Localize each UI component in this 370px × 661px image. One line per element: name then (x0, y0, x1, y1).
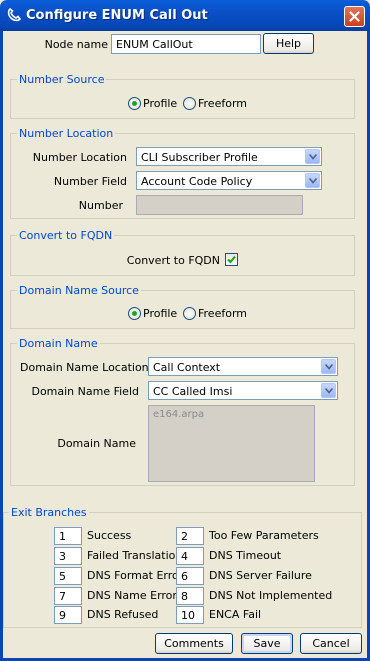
exit-branch-id: 6 (176, 567, 204, 585)
exit-branch-id: 2 (176, 527, 204, 545)
chevron-down-icon[interactable] (321, 359, 336, 374)
exit-branch-name: DNS Refused (87, 608, 159, 621)
domain-name-location-value: Call Context (153, 361, 221, 374)
number-source-profile-radio[interactable] (128, 97, 141, 110)
number-source-freeform-radio[interactable] (183, 97, 196, 110)
exit-branch-name: DNS Format Error (87, 569, 184, 582)
domain-name-location-select[interactable]: Call Context (148, 357, 338, 376)
window-title: Configure ENUM Call Out (26, 8, 208, 23)
node-name-input[interactable]: ENUM CallOut (111, 34, 261, 54)
number-source-profile-label[interactable]: Profile (143, 97, 177, 110)
convert-fqdn-label: Convert to FQDN (126, 254, 220, 267)
number-location-label: Number Location (32, 151, 127, 164)
exit-branch-id: 8 (176, 587, 204, 605)
exit-branch-name: Too Few Parameters (209, 529, 319, 542)
exit-branch-name: DNS Timeout (209, 549, 282, 562)
number-source-legend: Number Source (17, 73, 107, 86)
number-location-value: CLI Subscriber Profile (141, 151, 258, 164)
phone-handset-icon (6, 7, 22, 23)
exit-branch-id: 7 (54, 587, 82, 605)
exit-branch-name: ENCA Fail (209, 608, 262, 621)
domain-name-label: Domain Name (57, 437, 136, 450)
exit-branch-name: Failed Translation (87, 549, 183, 562)
checkmark-icon (227, 255, 236, 264)
domain-name-location-label: Domain Name Location (20, 361, 149, 374)
number-source-freeform-label[interactable]: Freeform (198, 97, 247, 110)
exit-branch-id: 9 (54, 606, 82, 624)
number-location-select[interactable]: CLI Subscriber Profile (136, 147, 322, 166)
domain-name-textarea[interactable]: e164.arpa (148, 405, 315, 482)
close-button[interactable] (344, 6, 365, 27)
title-bar[interactable]: Configure ENUM Call Out (0, 0, 370, 31)
node-name-label: Node name (44, 38, 108, 51)
convert-fqdn-checkbox[interactable] (225, 253, 238, 266)
convert-fqdn-legend: Convert to FQDN (17, 229, 115, 242)
domain-name-legend: Domain Name (17, 337, 100, 350)
chevron-down-icon[interactable] (305, 173, 320, 188)
domain-name-field-label: Domain Name Field (31, 385, 139, 398)
domain-source-freeform-label[interactable]: Freeform (198, 307, 247, 320)
domain-source-freeform-radio[interactable] (183, 307, 196, 320)
exit-branches-legend: Exit Branches (9, 506, 89, 519)
comments-button[interactable]: Comments (155, 633, 233, 654)
exit-branch-id: 5 (54, 567, 82, 585)
domain-source-profile-radio[interactable] (128, 307, 141, 320)
exit-branch-name: DNS Not Implemented (209, 589, 333, 602)
exit-branch-id: 4 (176, 547, 204, 565)
domain-source-profile-label[interactable]: Profile (143, 307, 177, 320)
number-field-label: Number Field (53, 175, 127, 188)
chevron-down-icon[interactable] (321, 383, 336, 398)
number-location-legend: Number Location (17, 127, 116, 140)
domain-name-field-select[interactable]: CC Called Imsi (148, 381, 338, 400)
number-field-value: Account Code Policy (141, 175, 253, 188)
exit-branch-id: 10 (176, 606, 204, 624)
number-label: Number (78, 199, 123, 212)
number-input[interactable] (136, 195, 303, 215)
exit-branch-name: Success (87, 529, 132, 542)
help-button[interactable]: Help (263, 33, 314, 54)
save-button[interactable]: Save (241, 633, 293, 654)
cancel-button[interactable]: Cancel (300, 633, 362, 654)
domain-name-source-legend: Domain Name Source (17, 284, 141, 297)
exit-branch-id: 1 (54, 527, 82, 545)
exit-branch-id: 3 (54, 547, 82, 565)
domain-name-field-value: CC Called Imsi (153, 385, 233, 398)
exit-branch-name: DNS Name Error (87, 589, 177, 602)
exit-branch-name: DNS Server Failure (209, 569, 312, 582)
close-icon (349, 11, 360, 22)
number-field-select[interactable]: Account Code Policy (136, 171, 322, 190)
chevron-down-icon[interactable] (305, 149, 320, 164)
